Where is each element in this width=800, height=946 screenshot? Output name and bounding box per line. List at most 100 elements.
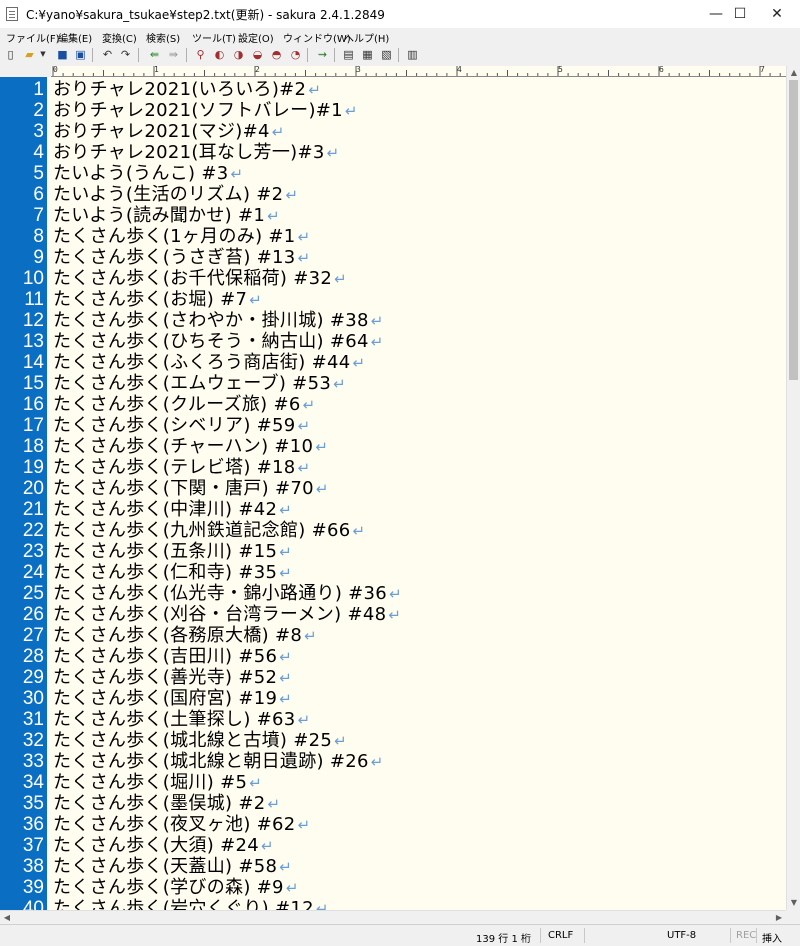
editor-line[interactable]: 9 たくさん歩く(うさぎ苔) #13 ↵ xyxy=(0,247,786,268)
encoding[interactable]: UTF-8 xyxy=(667,930,696,941)
editor-line[interactable]: 25 たくさん歩く(仏光寺・錦小路通り) #36 ↵ xyxy=(0,583,786,604)
line-text[interactable]: たいよう(生活のリズム) #2 ↵ xyxy=(53,184,298,206)
editor-line[interactable]: 24 たくさん歩く(仁和寺) #35 ↵ xyxy=(0,562,786,583)
editor-line[interactable]: 35 たくさん歩く(墨俣城) #2 ↵ xyxy=(0,793,786,814)
line-text[interactable]: たくさん歩く(夜叉ヶ池) #62 ↵ xyxy=(53,814,310,836)
menu-convert[interactable]: 変換(C) xyxy=(102,30,137,45)
line-ending[interactable]: CRLF xyxy=(548,930,573,941)
editor-line[interactable]: 12 たくさん歩く(さわやか・掛川城) #38 ↵ xyxy=(0,310,786,331)
menu-search[interactable]: 検索(S) xyxy=(146,30,180,45)
editor-line[interactable]: 7 たいよう(読み聞かせ) #1 ↵ xyxy=(0,205,786,226)
editor-line[interactable]: 18 たくさん歩く(チャーハン) #10 ↵ xyxy=(0,436,786,457)
replace-icon[interactable]: ◒ xyxy=(250,47,265,62)
line-text[interactable]: おりチャレ2021(マジ)#4 ↵ xyxy=(53,121,285,143)
line-text[interactable]: たくさん歩く(仁和寺) #35 ↵ xyxy=(53,562,292,584)
line-text[interactable]: たくさん歩く(城北線と古墳) #25 ↵ xyxy=(53,730,347,752)
line-text[interactable]: たくさん歩く(シベリア) #59 ↵ xyxy=(53,415,310,437)
jump-forward-icon[interactable]: ⇛ xyxy=(166,47,181,62)
line-text[interactable]: たくさん歩く(クルーズ旅) #6 ↵ xyxy=(53,394,316,416)
editor-line[interactable]: 26 たくさん歩く(刈谷・台湾ラーメン) #48 ↵ xyxy=(0,604,786,625)
line-text[interactable]: たくさん歩く(エムウェーブ) #53 ↵ xyxy=(53,373,346,395)
editor-line[interactable]: 39 たくさん歩く(学びの森) #9 ↵ xyxy=(0,877,786,898)
line-text[interactable]: たくさん歩く(堀川) #5 ↵ xyxy=(53,772,262,794)
outline-icon[interactable]: ▤ xyxy=(341,47,356,62)
line-text[interactable]: たくさん歩く(土筆探し) #63 ↵ xyxy=(53,709,310,731)
line-text[interactable]: たくさん歩く(国府宮) #19 ↵ xyxy=(53,688,292,710)
editor-line[interactable]: 33 たくさん歩く(城北線と朝日遺跡) #26 ↵ xyxy=(0,751,786,772)
line-text[interactable]: たくさん歩く(各務原大橋) #8 ↵ xyxy=(53,625,317,647)
line-text[interactable]: たくさん歩く(うさぎ苔) #13 ↵ xyxy=(53,247,310,269)
menu-settings[interactable]: 設定(O) xyxy=(238,30,274,45)
menu-edit[interactable]: 編集(E) xyxy=(58,30,92,45)
editor-line[interactable]: 30 たくさん歩く(国府宮) #19 ↵ xyxy=(0,688,786,709)
editor-line[interactable]: 11 たくさん歩く(お堀) #7 ↵ xyxy=(0,289,786,310)
editor-line[interactable]: 1 おりチャレ2021(いろいろ)#2 ↵ xyxy=(0,79,786,100)
line-text[interactable]: たくさん歩く(中津川) #42 ↵ xyxy=(53,499,292,521)
line-text[interactable]: たくさん歩く(下関・唐戸) #70 ↵ xyxy=(53,478,329,500)
editor-line[interactable]: 38 たくさん歩く(天蓋山) #58 ↵ xyxy=(0,856,786,877)
editor-line[interactable]: 15 たくさん歩く(エムウェーブ) #53 ↵ xyxy=(0,373,786,394)
editor-line[interactable]: 17 たくさん歩く(シベリア) #59 ↵ xyxy=(0,415,786,436)
line-text[interactable]: たくさん歩く(吉田川) #56 ↵ xyxy=(53,646,292,668)
line-text[interactable]: たくさん歩く(さわやか・掛川城) #38 ↵ xyxy=(53,310,384,332)
line-text[interactable]: たくさん歩く(大須) #24 ↵ xyxy=(53,835,274,857)
editor-line[interactable]: 13 たくさん歩く(ひちそう・納古山) #64 ↵ xyxy=(0,331,786,352)
undo-icon[interactable]: ↶ xyxy=(100,47,115,62)
menu-help[interactable]: ヘルプ(H) xyxy=(344,30,389,45)
line-text[interactable]: たくさん歩く(ひちそう・納古山) #64 ↵ xyxy=(53,331,384,353)
line-text[interactable]: たくさん歩く(善光寺) #52 ↵ xyxy=(53,667,292,689)
editor-line[interactable]: 16 たくさん歩く(クルーズ旅) #6 ↵ xyxy=(0,394,786,415)
search-next-icon[interactable]: ◑ xyxy=(231,47,246,62)
line-text[interactable]: おりチャレ2021(いろいろ)#2 ↵ xyxy=(53,79,321,101)
search-prev-icon[interactable]: ◐ xyxy=(212,47,227,62)
horizontal-scrollbar[interactable]: ◀ ▶ xyxy=(0,910,786,924)
font-icon[interactable]: ▧ xyxy=(379,47,394,62)
settings-icon[interactable]: ▦ xyxy=(360,47,375,62)
search-icon[interactable]: ⚲ xyxy=(193,47,208,62)
bookmark-icon[interactable]: ◔ xyxy=(288,47,303,62)
editor-line[interactable]: 32 たくさん歩く(城北線と古墳) #25 ↵ xyxy=(0,730,786,751)
editor-line[interactable]: 27 たくさん歩く(各務原大橋) #8 ↵ xyxy=(0,625,786,646)
editor-line[interactable]: 5 たいよう(うんこ) #3 ↵ xyxy=(0,163,786,184)
line-text[interactable]: たくさん歩く(お堀) #7 ↵ xyxy=(53,289,262,311)
line-text[interactable]: たくさん歩く(お千代保稲荷) #32 ↵ xyxy=(53,268,347,290)
editor-line[interactable]: 20 たくさん歩く(下関・唐戸) #70 ↵ xyxy=(0,478,786,499)
editor-line[interactable]: 22 たくさん歩く(九州鉄道記念館) #66 ↵ xyxy=(0,520,786,541)
line-text[interactable]: たいよう(読み聞かせ) #1 ↵ xyxy=(53,205,280,227)
line-text[interactable]: たくさん歩く(墨俣城) #2 ↵ xyxy=(53,793,280,815)
line-text[interactable]: たくさん歩く(1ヶ月のみ) #1 ↵ xyxy=(53,226,310,248)
line-text[interactable]: たくさん歩く(テレビ塔) #18 ↵ xyxy=(53,457,310,479)
line-text[interactable]: おりチャレ2021(耳なし芳一)#3 ↵ xyxy=(53,142,339,164)
jump-back-icon[interactable]: ⇚ xyxy=(147,47,162,62)
line-text[interactable]: たくさん歩く(仏光寺・錦小路通り) #36 ↵ xyxy=(53,583,402,605)
dropdown-icon[interactable]: ▼ xyxy=(39,47,47,62)
menu-window[interactable]: ウィンドウ(W) xyxy=(283,30,351,45)
line-text[interactable]: たくさん歩く(天蓋山) #58 ↵ xyxy=(53,856,292,878)
editor-line[interactable]: 37 たくさん歩く(大須) #24 ↵ xyxy=(0,835,786,856)
editor-line[interactable]: 21 たくさん歩く(中津川) #42 ↵ xyxy=(0,499,786,520)
editor-line[interactable]: 14 たくさん歩く(ふくろう商店街) #44 ↵ xyxy=(0,352,786,373)
vertical-scrollbar[interactable]: ▲ ▼ xyxy=(786,66,800,910)
mark-icon[interactable]: ◓ xyxy=(269,47,284,62)
line-text[interactable]: たいよう(うんこ) #3 ↵ xyxy=(53,163,243,185)
editor-line[interactable]: 29 たくさん歩く(善光寺) #52 ↵ xyxy=(0,667,786,688)
line-text[interactable]: たくさん歩く(学びの森) #9 ↵ xyxy=(53,877,299,899)
scroll-down-icon[interactable]: ▼ xyxy=(787,896,800,910)
editor-line[interactable]: 4 おりチャレ2021(耳なし芳一)#3 ↵ xyxy=(0,142,786,163)
grep-icon[interactable]: ⇝ xyxy=(315,47,330,62)
line-text[interactable]: たくさん歩く(刈谷・台湾ラーメン) #48 ↵ xyxy=(53,604,401,626)
redo-icon[interactable]: ↷ xyxy=(118,47,133,62)
line-text[interactable]: たくさん歩く(チャーハン) #10 ↵ xyxy=(53,436,328,458)
editor-line[interactable]: 31 たくさん歩く(土筆探し) #63 ↵ xyxy=(0,709,786,730)
editor-line[interactable]: 10 たくさん歩く(お千代保稲荷) #32 ↵ xyxy=(0,268,786,289)
menu-tools[interactable]: ツール(T) xyxy=(192,30,236,45)
editor-line[interactable]: 34 たくさん歩く(堀川) #5 ↵ xyxy=(0,772,786,793)
editor-line[interactable]: 36 たくさん歩く(夜叉ヶ池) #62 ↵ xyxy=(0,814,786,835)
line-text[interactable]: たくさん歩く(九州鉄道記念館) #66 ↵ xyxy=(53,520,365,542)
save-icon[interactable]: ■ xyxy=(55,47,70,62)
scroll-up-icon[interactable]: ▲ xyxy=(787,66,800,80)
editor-line[interactable]: 8 たくさん歩く(1ヶ月のみ) #1 ↵ xyxy=(0,226,786,247)
editor-line[interactable]: 6 たいよう(生活のリズム) #2 ↵ xyxy=(0,184,786,205)
editor-line[interactable]: 28 たくさん歩く(吉田川) #56 ↵ xyxy=(0,646,786,667)
insert-mode[interactable]: 挿入 xyxy=(762,930,782,945)
